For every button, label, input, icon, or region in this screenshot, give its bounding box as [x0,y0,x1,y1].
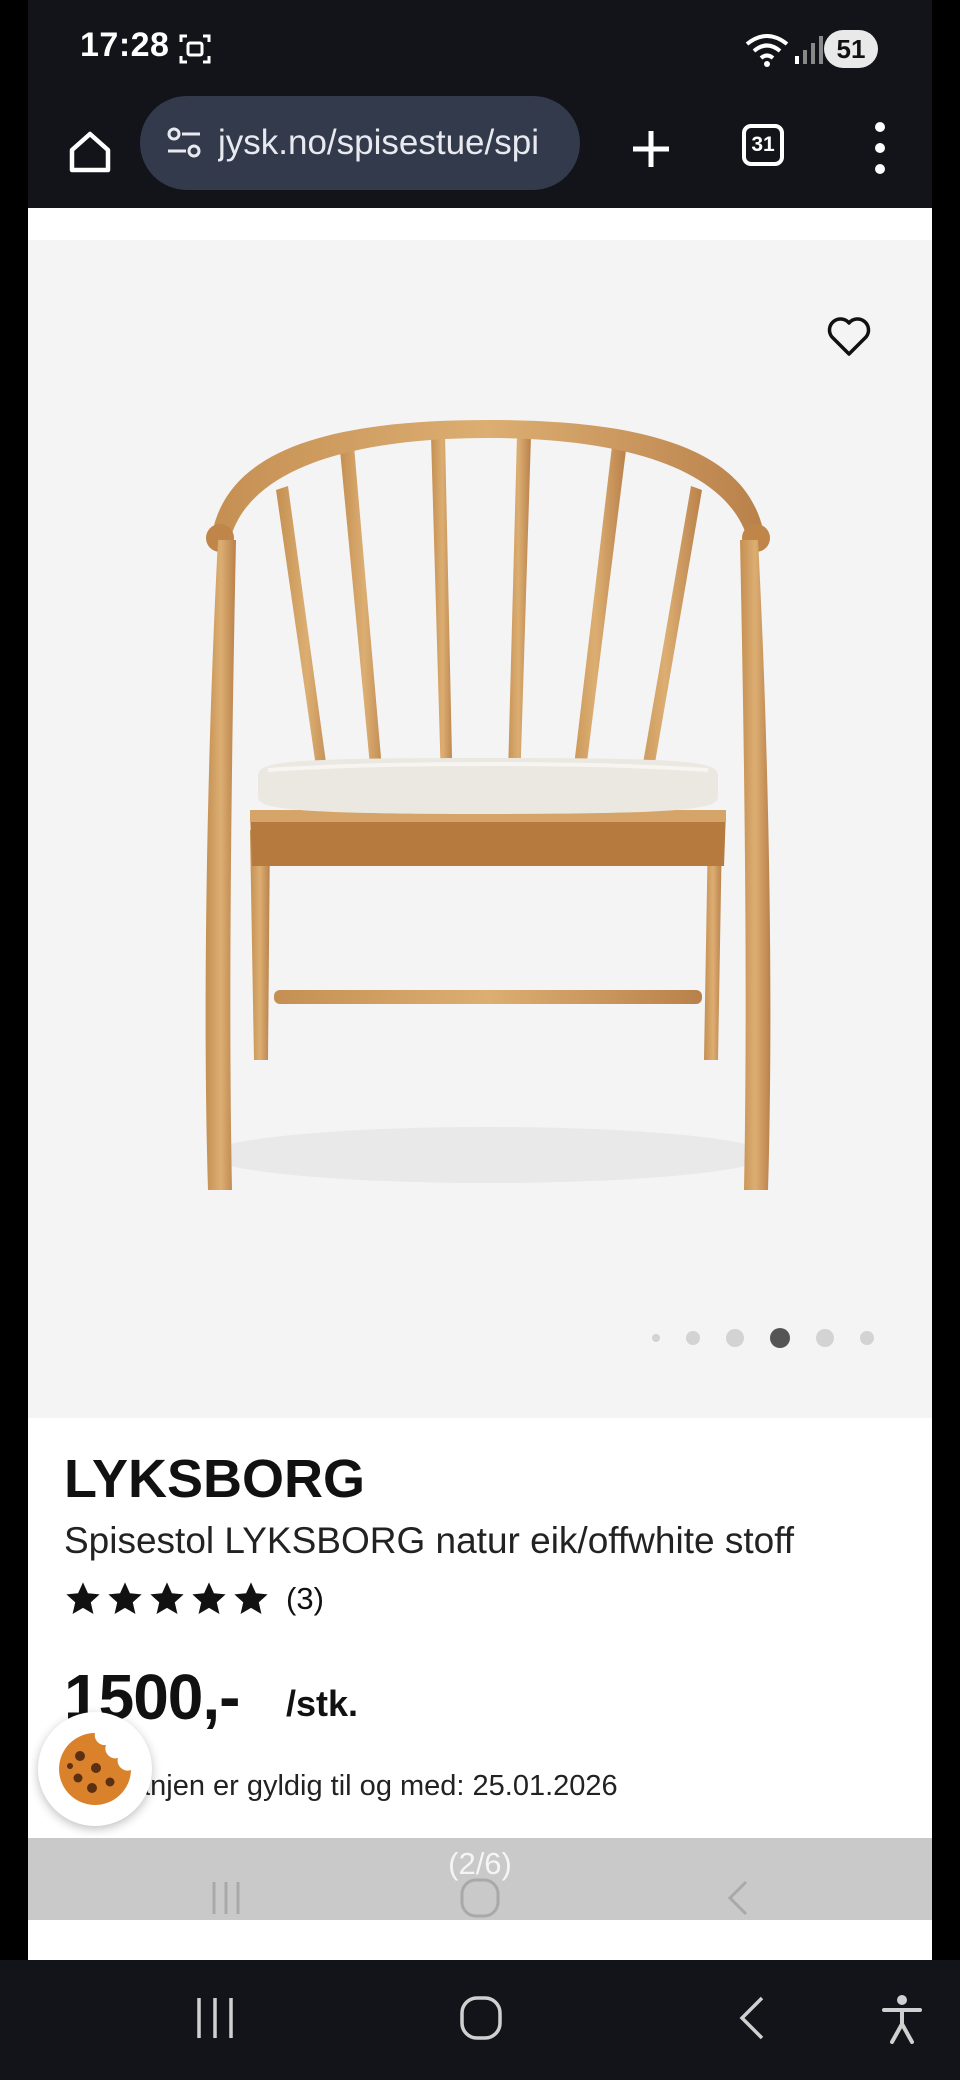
gallery-dot[interactable] [652,1334,660,1342]
chair-product-image [205,420,771,1190]
star-icon [66,1582,100,1615]
star-icon [234,1582,268,1615]
wifi-icon [745,34,789,67]
system-navigation-bar [0,1960,960,2080]
browser-toolbar: jysk.no/spisestue/spi 31 [28,96,932,208]
home-button[interactable] [58,120,122,184]
back-icon[interactable] [732,1992,772,2044]
gallery-dot[interactable] [860,1331,874,1345]
more-vert-icon[interactable] [868,122,892,174]
battery-indicator: 51 [824,30,878,68]
home-icon [69,131,111,173]
back-icon [727,1880,748,1916]
url-text: jysk.no/spisestue/spi [218,123,539,162]
star-icon [108,1582,142,1615]
accessibility-icon[interactable] [880,1992,924,2044]
cookie-settings-button[interactable] [38,1712,152,1826]
screenshot-icon [179,34,211,64]
heart-icon[interactable] [825,312,873,360]
gallery-counter: (2/6) [448,1846,512,1881]
home-circle-icon[interactable] [458,1992,504,2044]
product-brand: LYKSBORG [64,1449,366,1509]
new-tab-button[interactable] [618,116,684,182]
gallery-dot[interactable] [726,1329,744,1347]
status-bar: 17:28 51 [28,0,932,100]
product-gallery[interactable] [28,240,932,1418]
gallery-dot[interactable] [770,1328,790,1348]
star-icon [150,1582,184,1615]
product-title: Spisestol LYKSBORG natur eik/offwhite st… [64,1520,795,1561]
home-circle-icon [460,1878,500,1918]
tabs-button[interactable]: 31 [742,124,784,166]
product-page: LYKSBORG Spisestol LYKSBORG natur eik/of… [28,208,932,1960]
address-bar[interactable]: jysk.no/spisestue/spi [140,96,580,190]
cookie-icon [59,1733,131,1805]
recent-apps-icon[interactable] [193,1992,237,2044]
star-icon [192,1582,226,1615]
gallery-overlay-bar: (2/6) [28,1838,932,1920]
gallery-dot[interactable] [686,1331,700,1345]
price-unit: /stk. [286,1683,359,1724]
gallery-dot[interactable] [816,1329,834,1347]
status-time: 17:28 [80,26,170,64]
tune-icon[interactable] [164,123,204,163]
rating-stars [64,1580,274,1618]
review-count[interactable]: (3) [286,1581,324,1617]
price-validity: anjen er gyldig til og med: 25.01.2026 [134,1770,618,1802]
gallery-pagination[interactable] [652,1326,892,1350]
plus-icon [633,131,669,167]
product-rating[interactable]: (3) [64,1576,324,1622]
recent-apps-icon [212,1882,240,1914]
signal-icon [795,36,823,64]
